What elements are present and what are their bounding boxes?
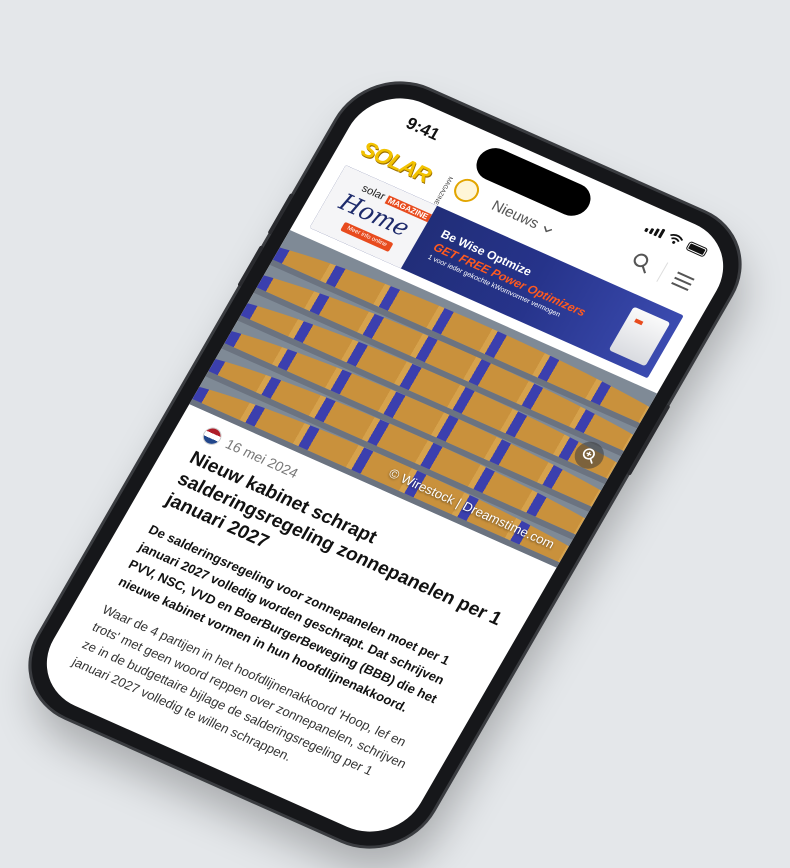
status-time: 9:41 <box>402 113 444 145</box>
logo-subtitle: MAGAZINE <box>431 175 454 206</box>
flag-nl-icon <box>200 425 224 447</box>
phone-mockup: 9:41 SOLAR MAGAZINE Nieuws solar MAGAZIN… <box>7 64 763 866</box>
signal-icon <box>644 222 666 239</box>
nav-dropdown-label: Nieuws <box>488 197 542 233</box>
zoom-in-icon <box>582 448 595 464</box>
award-seal-icon <box>449 175 484 206</box>
battery-icon <box>685 240 709 258</box>
chevron-down-icon <box>544 225 553 232</box>
wifi-icon <box>670 234 684 244</box>
power-optimizer-image <box>608 306 671 367</box>
tool-separator <box>656 262 669 282</box>
status-icons <box>644 222 709 258</box>
